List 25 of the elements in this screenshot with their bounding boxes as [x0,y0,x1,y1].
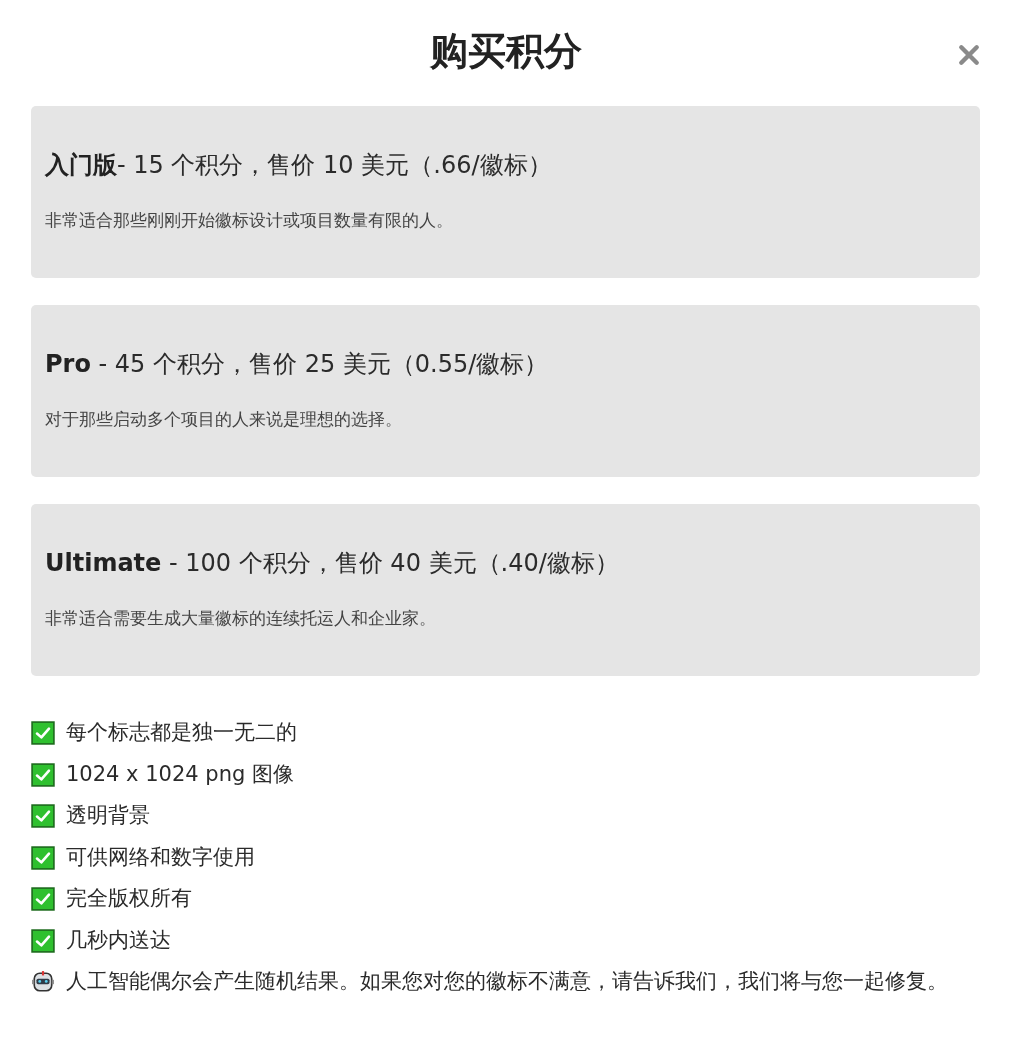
plan-card[interactable]: Pro - 45 个积分，售价 25 美元（0.55/徽标） 对于那些启动多个项目的人来说是理想的选择。 [31,305,980,477]
plan-description: 非常适合那些刚刚开始徽标设计或项目数量有限的人。 [45,209,454,232]
plan-description: 对于那些启动多个项目的人来说是理想的选择。 [45,408,403,431]
plan-card[interactable]: Ultimate - 100 个积分，售价 40 美元（.40/徽标） 非常适合需要生成大量徽标的连续托运人和企业家。 [31,504,980,676]
checkmark-icon [31,721,55,745]
robot-icon [31,970,55,994]
plan-card[interactable]: 入门版- 15 个积分，售价 10 美元（.66/徽标） 非常适合那些刚刚开始徽标设计或项目数量有限的人。 [31,106,980,278]
feature-text: 完全版权所有 [66,885,193,912]
feature-text: 可供网络和数字使用 [66,843,256,871]
plan-description: 非常适合需要生成大量徽标的连续托运人和企业家。 [45,607,437,630]
checkmark-icon [31,845,55,870]
checkmark-icon [31,804,55,828]
feature-text: 几秒内送达 [66,926,172,954]
close-icon[interactable] [958,44,980,66]
feature-text: 每个标志都是独一无二的 [66,719,298,746]
feature-text: 人工智能偶尔会产生随机结果。如果您对您的徽标不满意，请告诉我们，我们将与您一起修复。 [66,968,949,995]
checkmark-icon [31,762,55,787]
checkmark-icon [31,928,55,953]
checkmark-icon [31,887,55,911]
feature-text: 1024 x 1024 png 图像 [66,760,295,788]
plan-heading: 入门版- 15 个积分，售价 10 美元（.66/徽标） [45,150,553,181]
plan-heading: Pro - 45 个积分，售价 25 美元（0.55/徽标） [45,349,550,380]
feature-text: 透明背景 [66,802,151,829]
dialog-title: 购买积分 [429,28,582,75]
plan-heading: Ultimate - 100 个积分，售价 40 美元（.40/徽标） [45,548,620,579]
